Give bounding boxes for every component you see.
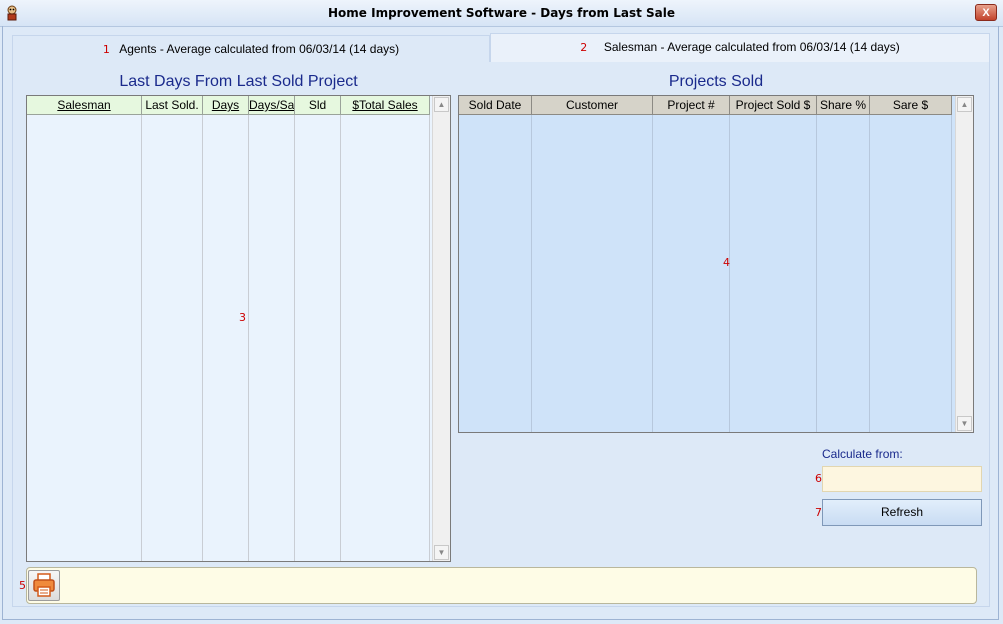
refresh-button[interactable]: Refresh [822, 499, 982, 526]
bottom-toolbar [26, 567, 977, 604]
marker-4: 4 [723, 256, 730, 269]
col-sold-date-header[interactable]: Sold Date [459, 96, 532, 115]
projects-sold-grid[interactable]: Sold Date Customer Project # Project Sol… [458, 95, 974, 433]
print-button[interactable] [28, 570, 60, 601]
scroll-down-icon[interactable]: ▼ [434, 545, 449, 560]
scroll-up-icon[interactable]: ▲ [434, 97, 449, 112]
marker-7: 7 [815, 506, 822, 519]
tab-salesman[interactable]: 2 Salesman - Average calculated from 06/… [490, 33, 990, 62]
tab-agents[interactable]: 1 Agents - Average calculated from 06/03… [12, 35, 490, 62]
close-button[interactable]: X [975, 4, 997, 21]
last-sold-grid[interactable]: Salesman Last Sold. Days Days/Sa Sld $To… [26, 95, 451, 562]
col-salesman-header[interactable]: Salesman [27, 96, 142, 115]
print-icon [33, 573, 55, 597]
col-project-number-header[interactable]: Project # [653, 96, 730, 115]
col-share-pct-header[interactable]: Share % [817, 96, 870, 115]
marker-1: 1 [102, 43, 110, 56]
col-last-sold-header[interactable]: Last Sold. [142, 96, 203, 115]
right-grid-scrollbar[interactable]: ▲ ▼ [955, 96, 973, 432]
col-customer-header[interactable]: Customer [532, 96, 653, 115]
left-grid-scrollbar[interactable]: ▲ ▼ [432, 96, 450, 561]
marker-5: 5 [19, 579, 26, 592]
marker-3: 3 [239, 311, 246, 324]
marker-6: 6 [815, 472, 822, 485]
calculate-from-input[interactable] [822, 466, 982, 492]
col-project-sold-header[interactable]: Project Sold $ [730, 96, 817, 115]
right-panel-title: Projects Sold [668, 73, 764, 90]
col-total-sales-header[interactable]: $Total Sales [341, 96, 430, 115]
col-share-amt-header[interactable]: Sare $ [870, 96, 952, 115]
calculate-from-label: Calculate from: [822, 447, 903, 461]
close-icon: X [982, 7, 990, 19]
marker-2: 2 [580, 41, 588, 54]
tab-salesman-label: Salesman - Average calculated from 06/03… [603, 40, 900, 54]
col-days-header[interactable]: Days [203, 96, 249, 115]
scroll-up-icon[interactable]: ▲ [957, 97, 972, 112]
col-sld-header[interactable]: Sld [295, 96, 341, 115]
tab-agents-label: Agents - Average calculated from 06/03/1… [119, 42, 400, 56]
window-title: Home Improvement Software - Days from La… [328, 6, 675, 20]
scroll-down-icon[interactable]: ▼ [957, 416, 972, 431]
left-panel-title: Last Days From Last Sold Project [119, 73, 358, 90]
col-days-sale-header[interactable]: Days/Sa [249, 96, 295, 115]
